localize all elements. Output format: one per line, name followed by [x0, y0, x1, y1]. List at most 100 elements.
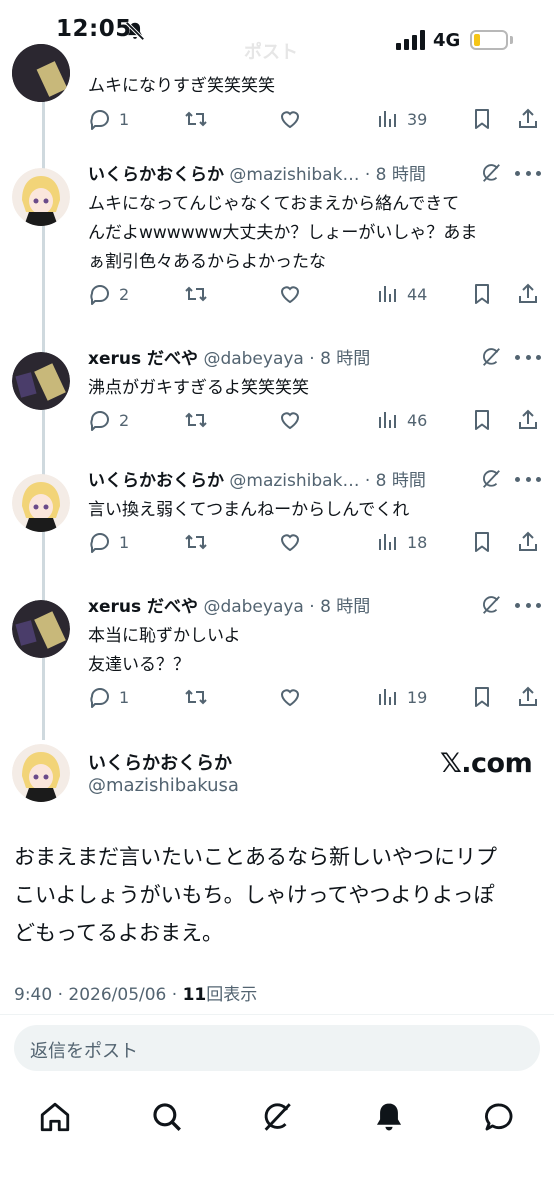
share-button[interactable] [516, 529, 540, 555]
separator: · [359, 471, 376, 491]
retweet-button[interactable] [184, 407, 208, 433]
more-options-button[interactable] [515, 603, 541, 609]
like-button[interactable] [278, 529, 302, 555]
grok-icon[interactable] [480, 468, 502, 490]
like-button[interactable] [278, 407, 302, 433]
timestamp[interactable]: 8 時間 [320, 349, 370, 369]
author-handle[interactable]: @mazishibak… [229, 165, 359, 185]
tab-bar [0, 1090, 554, 1150]
author-name[interactable]: xerus だべや [88, 597, 198, 617]
tweet-text-line: ムキになってんじゃなくておまえから絡んできて [88, 194, 460, 214]
source-label: 𝕏.com [440, 748, 533, 779]
tweet-text-line: 沸点がガキすぎるよ笑笑笑笑 [88, 378, 309, 398]
timestamp[interactable]: 8 時間 [376, 471, 426, 491]
bell-muted-icon [125, 21, 145, 41]
separator: · [359, 165, 376, 185]
author-name[interactable]: いくらかおくらか [88, 471, 224, 491]
more-options-button[interactable] [515, 355, 541, 361]
views-label: 回表示 [206, 985, 258, 1005]
share-button[interactable] [516, 106, 540, 132]
author-handle[interactable]: @dabeyaya [203, 349, 303, 369]
avatar[interactable] [12, 168, 70, 226]
bell-icon [376, 1103, 402, 1131]
bookmark-button[interactable] [470, 529, 494, 555]
bar-chart-icon [379, 689, 396, 705]
avatar[interactable] [12, 44, 70, 102]
views-button[interactable]: 19 [376, 684, 427, 710]
message-icon [485, 1103, 513, 1131]
bookmark-button[interactable] [470, 407, 494, 433]
bookmark-button[interactable] [470, 684, 494, 710]
tweet-text: 本当に恥ずかしいよ 友達いる？？ [88, 622, 538, 680]
bookmark-button[interactable] [470, 106, 494, 132]
more-options-button[interactable] [515, 477, 541, 483]
retweet-button[interactable] [184, 684, 208, 710]
tweet-actions: 2 46 [88, 407, 540, 433]
reply-input[interactable]: 返信をポスト [14, 1025, 540, 1071]
share-button[interactable] [516, 407, 540, 433]
tab-grok[interactable] [260, 1100, 294, 1134]
grok-icon[interactable] [480, 346, 502, 368]
retweet-icon [185, 111, 207, 127]
tweet-text: 沸点がガキすぎるよ笑笑笑笑 [88, 374, 538, 403]
grok-icon[interactable] [480, 594, 502, 616]
main-avatar[interactable] [12, 744, 70, 802]
tweet-text-line: 言い換え弱くてつまんねーからしんでくれ [88, 500, 410, 520]
retweet-button[interactable] [184, 281, 208, 307]
grok-icon[interactable] [480, 162, 502, 184]
tab-search[interactable] [150, 1100, 184, 1134]
share-button[interactable] [516, 684, 540, 710]
reply-button[interactable]: 2 [88, 407, 129, 433]
tab-notifications[interactable] [372, 1100, 406, 1134]
timestamp[interactable]: 8 時間 [320, 597, 370, 617]
view-count: 18 [407, 532, 428, 552]
avatar[interactable] [12, 352, 70, 410]
heart-icon [280, 534, 300, 552]
timestamp[interactable]: 8 時間 [376, 165, 426, 185]
tab-messages[interactable] [482, 1100, 516, 1134]
more-options-button[interactable] [515, 171, 541, 177]
views-button[interactable]: 39 [376, 106, 427, 132]
author-name[interactable]: xerus だべや [88, 349, 198, 369]
grok-icon [264, 1103, 291, 1131]
bookmark-icon [475, 284, 489, 304]
view-count: 39 [407, 109, 428, 129]
tweet-header: xerus だべや @dabeyaya · 8 時間 [88, 592, 528, 617]
reply-button[interactable]: 2 [88, 281, 129, 307]
tweet-header: いくらかおくらか @mazishibak… · 8 時間 [88, 160, 528, 185]
views-button[interactable]: 44 [376, 281, 427, 307]
author-name[interactable]: いくらかおくらか [88, 165, 224, 185]
reply-button[interactable]: 1 [88, 106, 129, 132]
battery-icon [470, 30, 508, 50]
like-button[interactable] [278, 281, 302, 307]
reply-button[interactable]: 1 [88, 684, 129, 710]
avatar[interactable] [12, 474, 70, 532]
author-handle[interactable]: @mazishibak… [229, 471, 359, 491]
bookmark-icon [475, 109, 489, 129]
like-button[interactable] [278, 106, 302, 132]
reply-button[interactable]: 1 [88, 529, 129, 555]
views-button[interactable]: 46 [376, 407, 427, 433]
tweet-text-line: 本当に恥ずかしいよ [88, 626, 241, 646]
like-button[interactable] [278, 684, 302, 710]
main-text-line: どもってるよおまえ。 [14, 921, 223, 945]
bar-chart-icon [379, 534, 396, 550]
retweet-icon [185, 412, 207, 428]
tweet-meta: 9:40 · 2026/05/06 · 11回表示 [14, 980, 257, 1005]
author-handle[interactable]: @dabeyaya [203, 597, 303, 617]
bar-chart-icon [379, 286, 396, 302]
retweet-button[interactable] [184, 529, 208, 555]
separator: · [303, 597, 321, 617]
view-count: 46 [407, 410, 428, 430]
avatar[interactable] [12, 600, 70, 658]
main-author-handle[interactable]: @mazishibakusa [88, 775, 239, 796]
bookmark-button[interactable] [470, 281, 494, 307]
separator: · [303, 349, 321, 369]
retweet-button[interactable] [184, 106, 208, 132]
views-button[interactable]: 18 [376, 529, 427, 555]
main-author-name[interactable]: いくらかおくらか [88, 749, 232, 775]
tab-home[interactable] [38, 1100, 72, 1134]
share-button[interactable] [516, 281, 540, 307]
view-count: 19 [407, 687, 428, 707]
share-icon [519, 686, 537, 706]
